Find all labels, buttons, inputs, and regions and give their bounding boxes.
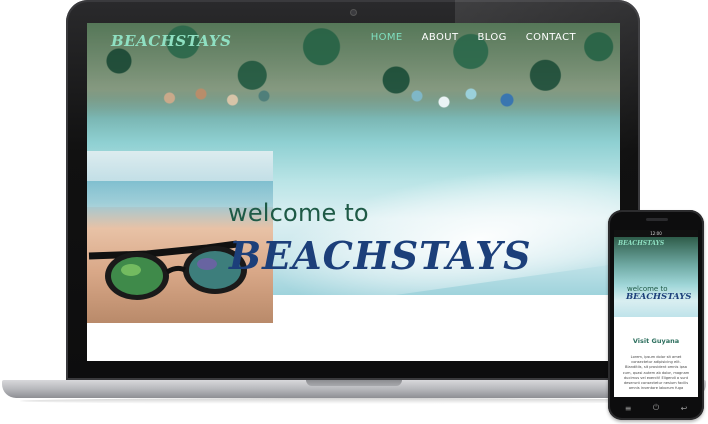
site-logo[interactable]: BEACHSTAYS bbox=[111, 32, 231, 50]
back-icon[interactable]: ↩ bbox=[681, 404, 688, 413]
phone-status-bar: 12:00 bbox=[614, 230, 698, 237]
laptop-shadow bbox=[20, 398, 686, 404]
phone-brand: BEACHSTAYS bbox=[626, 292, 692, 302]
phone-logo[interactable]: BEACHSTAYS bbox=[618, 240, 664, 247]
menu-icon[interactable]: ≡ bbox=[625, 404, 632, 413]
phone-screen: 12:00 BEACHSTAYS welcome to BEACHSTAYS V… bbox=[614, 230, 698, 397]
laptop-notch bbox=[306, 380, 402, 386]
phone-section-heading: Visit Guyana bbox=[632, 337, 680, 345]
beach-umbrellas bbox=[147, 78, 597, 118]
nav-contact[interactable]: CONTACT bbox=[526, 32, 576, 43]
camera-dot bbox=[351, 10, 356, 15]
home-icon[interactable]: ⏻ bbox=[653, 403, 659, 413]
laptop-screen: BEACHSTAYS HOME ABOUT BLOG CONTACT welco… bbox=[87, 23, 620, 361]
hero-welcome: welcome to bbox=[228, 199, 369, 227]
phone-device: 12:00 BEACHSTAYS welcome to BEACHSTAYS V… bbox=[608, 210, 704, 420]
hero-brand: BEACHSTAYS bbox=[229, 233, 532, 278]
phone-hero bbox=[614, 237, 698, 317]
phone-nav-bar: ≡ ⏻ ↩ bbox=[614, 400, 698, 416]
nav-blog[interactable]: BLOG bbox=[477, 32, 506, 43]
nav-home[interactable]: HOME bbox=[371, 32, 403, 43]
main-nav: HOME ABOUT BLOG CONTACT bbox=[371, 32, 576, 43]
phone-speaker bbox=[646, 218, 668, 221]
phone-body-text: Lorem, ipsum dolor sit amet consectetur … bbox=[622, 355, 690, 391]
nav-about[interactable]: ABOUT bbox=[422, 32, 459, 43]
